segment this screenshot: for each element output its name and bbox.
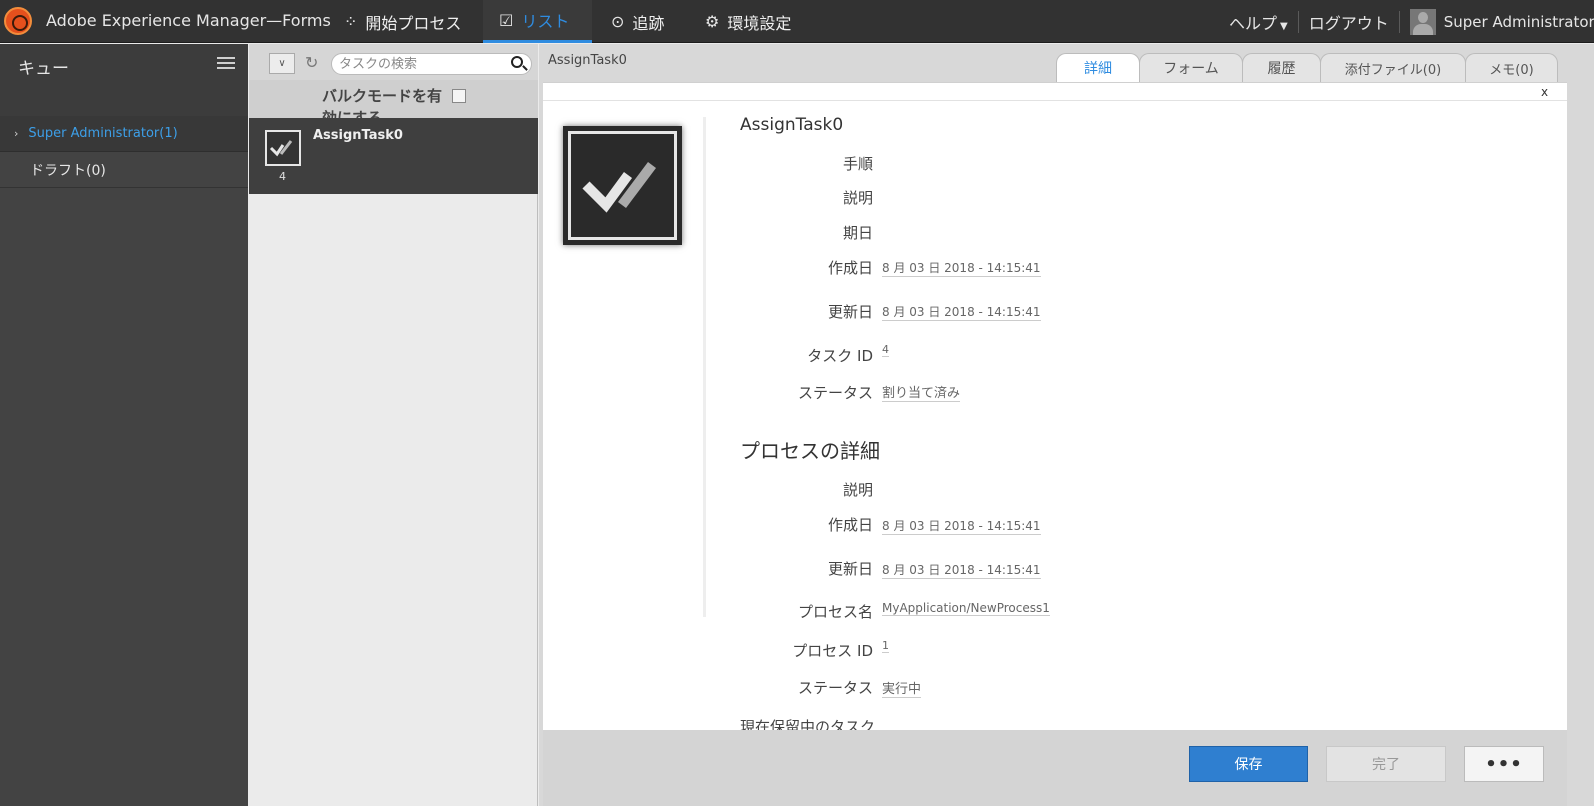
app-title: Adobe Experience Manager—Forms (46, 11, 331, 30)
process-updated-value: 8 月 03 日 2018 - 14:15:41 (882, 563, 1041, 579)
search-icon[interactable] (511, 56, 523, 68)
nav-settings-label: 環境設定 (727, 13, 792, 33)
refresh-icon[interactable]: ↻ (305, 53, 318, 72)
action-bar: 保存 完了 ••• (543, 730, 1567, 806)
process-details-title: プロセスの詳細 (740, 439, 880, 463)
nav-settings[interactable]: ⚙ 環境設定 (689, 0, 807, 43)
aem-logo-icon (4, 7, 32, 35)
top-right-nav: ヘルプ ▼ ログアウト Super Administrator (1229, 0, 1594, 43)
task-list-panel: ∨ ↻ バルクモードを有効にする AssignTask0 4 (249, 44, 538, 806)
user-avatar-icon (1409, 8, 1436, 35)
close-icon[interactable]: x (1541, 85, 1548, 99)
process-description-label: 説明 (842, 481, 873, 499)
process-id-value: 1 (882, 639, 889, 653)
sidebar-item-label: Super Administrator(1) (28, 126, 178, 141)
description-label: 説明 (842, 189, 873, 207)
help-menu[interactable]: ヘルプ ▼ (1229, 10, 1288, 34)
bulk-mode-checkbox[interactable] (452, 89, 466, 103)
complete-button[interactable]: 完了 (1326, 746, 1446, 782)
menu-icon[interactable] (217, 57, 235, 71)
updated-value: 8 月 03 日 2018 - 14:15:41 (882, 305, 1041, 321)
process-status-label: ステータス (797, 679, 873, 697)
process-status-value: 実行中 (882, 678, 922, 698)
sidebar-item-label: ドラフト(0) (30, 162, 106, 179)
divider (1297, 10, 1299, 33)
nav-start-process[interactable]: ⁘ 開始プロセス (328, 0, 477, 43)
task-name: AssignTask0 (313, 128, 403, 143)
deadline-label: 期日 (842, 224, 873, 242)
list-toolbar: ∨ ↻ (249, 44, 538, 80)
pending-tasks-label: 現在保留中のタスク (740, 718, 876, 730)
task-title: AssignTask0 (740, 115, 844, 135)
status-value: 割り当て済み (882, 382, 961, 402)
sidebar-header: キュー (0, 44, 248, 116)
top-bar: Adobe Experience Manager—Forms ⁘ 開始プロセス … (0, 0, 1594, 43)
sidebar-item-drafts[interactable]: ドラフト(0) (0, 152, 248, 188)
logout-link[interactable]: ログアウト (1309, 10, 1389, 34)
tab-notes[interactable]: メモ(0) (1465, 53, 1558, 82)
detail-header-title: AssignTask0 (548, 53, 627, 68)
task-detail-panel: AssignTask0 詳細 フォーム 履歴 添付ファイル(0) メモ(0) x… (539, 44, 1594, 806)
task-check-icon (265, 130, 301, 166)
process-name-value: MyApplication/NewProcess1 (882, 601, 1050, 616)
target-icon: ⊙ (611, 12, 625, 31)
process-name-label: プロセス名 (797, 603, 873, 621)
nav-list-label: リスト (521, 12, 570, 31)
caret-down-icon: ▼ (1280, 20, 1288, 32)
chevron-right-icon: › (14, 127, 19, 140)
task-id-value: 4 (882, 343, 889, 357)
process-updated-label: 更新日 (827, 560, 873, 578)
detail-tabs: 詳細 フォーム 履歴 添付ファイル(0) メモ(0) (1056, 53, 1558, 82)
tab-details[interactable]: 詳細 (1056, 53, 1140, 82)
divider (543, 100, 1567, 101)
task-card[interactable]: AssignTask0 4 (249, 118, 538, 194)
process-created-label: 作成日 (827, 516, 873, 534)
divider (1398, 10, 1400, 33)
tab-form[interactable]: フォーム (1139, 53, 1243, 82)
sidebar-title: キュー (18, 59, 69, 79)
sort-dropdown[interactable]: ∨ (269, 53, 295, 74)
status-label: ステータス (797, 384, 873, 402)
created-label: 作成日 (827, 259, 873, 277)
user-name[interactable]: Super Administrator (1444, 13, 1594, 31)
sidebar-item-super-administrator[interactable]: › Super Administrator(1) (0, 116, 248, 152)
checkbox-icon: ☑ (499, 10, 514, 30)
process-id-label: プロセス ID (792, 642, 873, 660)
queue-sidebar: キュー › Super Administrator(1) ドラフト(0) (0, 44, 248, 806)
spinner-icon: ⁘ (344, 12, 358, 31)
tab-history[interactable]: 履歴 (1242, 53, 1321, 82)
help-label: ヘルプ (1229, 13, 1278, 33)
nav-list[interactable]: ☑ リスト (483, 0, 592, 43)
nav-tracking-label: 追跡 (632, 13, 665, 33)
task-id: 4 (279, 170, 286, 183)
save-button[interactable]: 保存 (1189, 746, 1308, 782)
task-id-label: タスク ID (807, 347, 873, 365)
bulk-mode-label: バルクモードを有効にする (322, 87, 443, 118)
more-options-button[interactable]: ••• (1464, 746, 1544, 782)
bulk-mode-row: バルクモードを有効にする (249, 80, 538, 118)
process-created-value: 8 月 03 日 2018 - 14:15:41 (882, 519, 1041, 535)
instructions-label: 手順 (842, 155, 873, 173)
updated-label: 更新日 (827, 303, 873, 321)
nav-tracking[interactable]: ⊙ 追跡 (595, 0, 680, 43)
nav-start-process-label: 開始プロセス (365, 13, 462, 33)
created-value: 8 月 03 日 2018 - 14:15:41 (882, 261, 1041, 277)
detail-content: x AssignTask0 手順 説明 期日 作成日 8 月 03 日 2018… (543, 82, 1567, 730)
gear-icon: ⚙ (705, 12, 720, 31)
tab-attachments[interactable]: 添付ファイル(0) (1320, 53, 1466, 82)
task-search-input[interactable] (331, 53, 532, 75)
